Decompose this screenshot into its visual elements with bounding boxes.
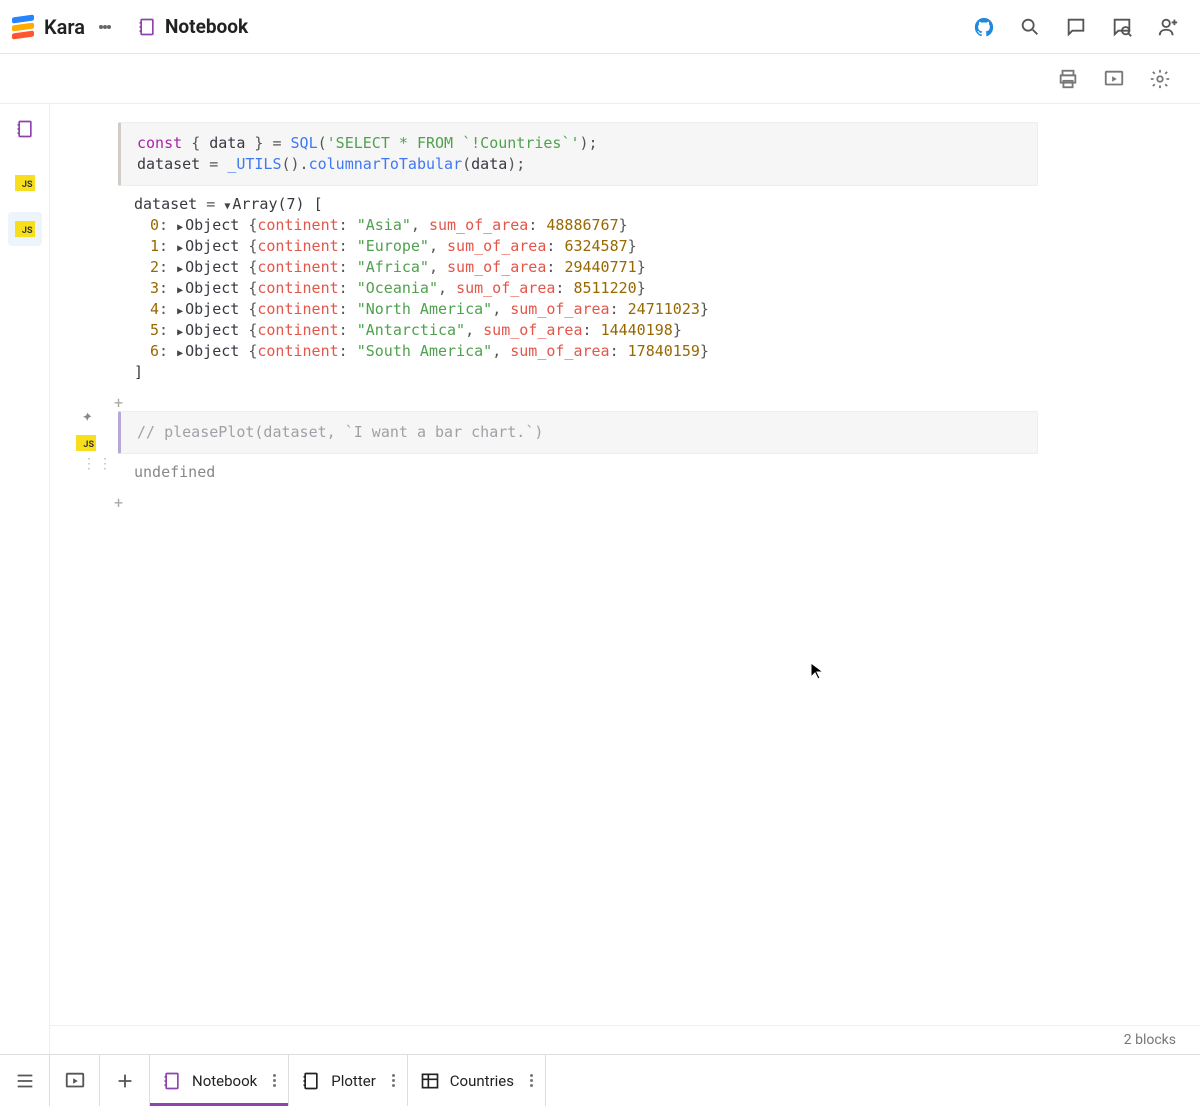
tab-menu-button[interactable] xyxy=(273,1074,276,1087)
insert-cell-after-1[interactable]: + xyxy=(118,497,1038,511)
bottom-tabs: Notebook Plotter Countries xyxy=(0,1054,1200,1106)
notebook-icon xyxy=(137,17,157,37)
output-array-row[interactable]: 3: ▶Object {continent: "Oceania", sum_of… xyxy=(134,278,1022,299)
notebook-icon xyxy=(162,1071,182,1091)
code-editor-0[interactable]: const { data } = SQL('SELECT * FROM `!Co… xyxy=(118,122,1038,186)
tab-menu-button[interactable] xyxy=(530,1074,533,1087)
gutter-cell-1[interactable]: JS xyxy=(8,212,42,246)
print-icon[interactable] xyxy=(1056,67,1080,91)
notebook-icon xyxy=(301,1071,321,1091)
user-add-icon[interactable] xyxy=(1156,15,1180,39)
gear-icon[interactable] xyxy=(1148,67,1172,91)
caret-right-icon[interactable]: ▶ xyxy=(177,285,183,296)
present-icon[interactable] xyxy=(1102,67,1126,91)
caret-right-icon[interactable]: ▶ xyxy=(177,306,183,317)
tab-plotter[interactable]: Plotter xyxy=(289,1055,408,1106)
output-array-row[interactable]: 4: ▶Object {continent: "North America", … xyxy=(134,299,1022,320)
subheader-bar xyxy=(0,54,1200,104)
gutter-notebook-icon[interactable] xyxy=(10,114,40,144)
chat-search-icon[interactable] xyxy=(1110,15,1134,39)
insert-cell-after-0[interactable]: + xyxy=(118,397,1038,411)
page-title: Notebook xyxy=(165,15,248,38)
output-array-row[interactable]: 2: ▶Object {continent: "Africa", sum_of_… xyxy=(134,257,1022,278)
mouse-cursor-icon xyxy=(810,662,824,680)
caret-right-icon[interactable]: ▶ xyxy=(177,243,183,254)
tab-countries[interactable]: Countries xyxy=(408,1055,546,1106)
status-bar: 2 blocks xyxy=(50,1025,1200,1054)
drag-handle-icon[interactable]: ⋮⋮ xyxy=(82,460,114,468)
cell-gutter: JS JS xyxy=(0,104,50,1054)
tab-label: Plotter xyxy=(331,1072,376,1090)
code-cell-0[interactable]: const { data } = SQL('SELECT * FROM `!Co… xyxy=(118,122,1038,397)
header-bar: Kara Notebook xyxy=(0,0,1200,54)
caret-right-icon[interactable]: ▶ xyxy=(177,348,183,359)
cell-lang-badge: JS xyxy=(76,435,96,451)
run-panel-icon[interactable] xyxy=(50,1055,100,1106)
output-array-row[interactable]: 0: ▶Object {continent: "Asia", sum_of_ar… xyxy=(134,215,1022,236)
github-icon[interactable] xyxy=(972,15,996,39)
pin-icon[interactable] xyxy=(79,411,93,429)
add-tab-button[interactable] xyxy=(100,1055,150,1106)
output-array-row[interactable]: 5: ▶Object {continent: "Antarctica", sum… xyxy=(134,320,1022,341)
tab-label: Countries xyxy=(450,1072,514,1090)
outline-icon[interactable] xyxy=(0,1055,50,1106)
app-logo[interactable] xyxy=(12,16,34,38)
brand-menu-button[interactable] xyxy=(91,13,119,41)
notebook-canvas[interactable]: const { data } = SQL('SELECT * FROM `!Co… xyxy=(50,104,1200,1025)
search-icon[interactable] xyxy=(1018,15,1042,39)
tab-notebook[interactable]: Notebook xyxy=(150,1055,289,1106)
tab-label: Notebook xyxy=(192,1072,257,1090)
caret-right-icon[interactable]: ▶ xyxy=(177,264,183,275)
table-icon xyxy=(420,1071,440,1091)
caret-down-icon[interactable]: ▼ xyxy=(224,201,230,212)
cell-output-1: ⋮⋮ undefined xyxy=(118,454,1038,497)
gutter-cell-0[interactable]: JS xyxy=(8,166,42,200)
code-editor-1[interactable]: // pleasePlot(dataset, `I want a bar cha… xyxy=(118,411,1038,454)
cell-output-0[interactable]: dataset = ▼Array(7) [ 0: ▶Object {contin… xyxy=(118,186,1038,397)
caret-right-icon[interactable]: ▶ xyxy=(177,222,183,233)
tab-menu-button[interactable] xyxy=(392,1074,395,1087)
caret-right-icon[interactable]: ▶ xyxy=(177,327,183,338)
chat-icon[interactable] xyxy=(1064,15,1088,39)
code-cell-1[interactable]: JS // pleasePlot(dataset, `I want a bar … xyxy=(118,411,1038,497)
blocks-count: 2 blocks xyxy=(1124,1032,1176,1048)
brand-label[interactable]: Kara xyxy=(44,15,85,39)
output-array-row[interactable]: 6: ▶Object {continent: "South America", … xyxy=(134,341,1022,362)
output-array-row[interactable]: 1: ▶Object {continent: "Europe", sum_of_… xyxy=(134,236,1022,257)
